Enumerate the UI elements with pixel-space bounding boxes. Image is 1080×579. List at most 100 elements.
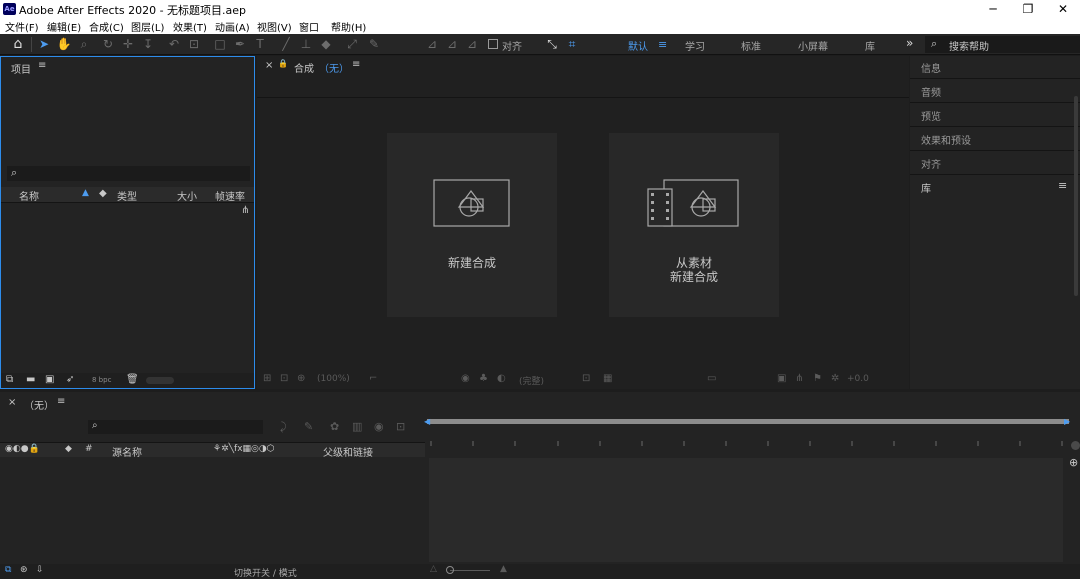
- help-search-input[interactable]: ⌕ 搜索帮助: [925, 36, 1080, 53]
- menu-layer[interactable]: 图层(L): [131, 19, 164, 34]
- panel-preview[interactable]: 预览: [921, 108, 941, 123]
- fit-icon[interactable]: ⌐: [369, 373, 377, 384]
- timeline-link-icon[interactable]: ▣: [777, 373, 786, 384]
- sort-up-icon[interactable]: ▲: [82, 188, 89, 198]
- show-snapshot-icon[interactable]: ♣: [479, 373, 488, 384]
- zoom-out-icon[interactable]: △: [430, 564, 437, 574]
- workspace-menu-icon[interactable]: ≡: [658, 38, 667, 51]
- snap-options-icon[interactable]: ⤡: [544, 36, 560, 52]
- project-search-input[interactable]: ⌕: [7, 166, 250, 181]
- minimize-button[interactable]: ─: [982, 1, 1004, 17]
- maximize-button[interactable]: ❐: [1017, 1, 1039, 17]
- workspace-default[interactable]: 默认: [628, 38, 648, 53]
- comp-mini-flowchart-icon[interactable]: ⤸: [280, 420, 287, 434]
- frame-blend-icon[interactable]: ▥: [352, 420, 362, 433]
- zoom-slider-knob[interactable]: [446, 566, 454, 574]
- orbit-tool-icon[interactable]: ↻: [100, 36, 116, 52]
- label-icon[interactable]: ◆: [65, 444, 72, 454]
- dolly-tool-icon[interactable]: ↧: [140, 36, 156, 52]
- graph-editor-icon[interactable]: ⊡: [396, 420, 405, 433]
- menu-help[interactable]: 帮助(H): [331, 19, 366, 34]
- menu-view[interactable]: 视图(V): [257, 19, 292, 34]
- new-comp-icon[interactable]: ▣: [45, 374, 54, 385]
- project-menu-icon[interactable]: ≡: [38, 60, 46, 71]
- motion-blur-icon[interactable]: ◉: [374, 420, 384, 433]
- draft-3d-icon[interactable]: ✎: [304, 420, 313, 433]
- layer-switches-toggle-icon[interactable]: ⧉: [5, 565, 11, 575]
- source-name-header[interactable]: 源名称: [112, 444, 142, 459]
- timeline-track-area[interactable]: [429, 458, 1063, 562]
- comp-button-icon[interactable]: ⊕: [1069, 456, 1078, 469]
- timeline-menu-icon[interactable]: ≡: [57, 396, 65, 407]
- more-workspaces-button[interactable]: »: [906, 36, 913, 50]
- zoom-dropdown[interactable]: (100%): [317, 374, 350, 384]
- roto-tool-icon[interactable]: ⤢: [344, 36, 360, 52]
- ruler-scroll-handle[interactable]: [1071, 441, 1080, 450]
- workspace-libraries[interactable]: 库: [865, 38, 875, 53]
- snapshot-icon[interactable]: ◉: [461, 373, 470, 384]
- zoom-in-icon[interactable]: ▲: [500, 564, 507, 574]
- workspace-learn[interactable]: 学习: [685, 38, 705, 53]
- new-comp-from-footage-card[interactable]: 从素材 新建合成: [609, 133, 779, 317]
- flowchart-icon[interactable]: ⋔: [795, 373, 803, 384]
- label-tag-icon[interactable]: ◆: [99, 188, 107, 199]
- home-icon[interactable]: ⌂: [10, 36, 26, 52]
- col-framerate[interactable]: 帧速率: [215, 188, 245, 203]
- transfer-controls-icon[interactable]: ⊛: [20, 565, 28, 575]
- menu-composition[interactable]: 合成(C): [89, 19, 124, 34]
- menu-edit[interactable]: 编辑(E): [47, 19, 81, 34]
- puppet-tool-icon[interactable]: ✎: [366, 36, 382, 52]
- adjust-icon[interactable]: ➶: [66, 374, 74, 385]
- eraser-tool-icon[interactable]: ◆: [318, 36, 334, 52]
- interpret-footage-icon[interactable]: ⧉: [6, 374, 13, 385]
- type-tool-icon[interactable]: T: [252, 36, 268, 52]
- av-features-icon[interactable]: ◉◐●🔒: [5, 444, 40, 454]
- new-folder-icon[interactable]: ▬: [26, 374, 35, 385]
- work-area-bar[interactable]: [427, 419, 1069, 424]
- menu-animation[interactable]: 动画(A): [215, 19, 250, 34]
- menu-file[interactable]: 文件(F): [5, 19, 39, 34]
- exposure-value[interactable]: +0.0: [847, 374, 869, 384]
- panel-libraries[interactable]: 库: [921, 180, 931, 195]
- close-button[interactable]: ✕: [1052, 1, 1074, 17]
- rect-tool-icon[interactable]: □: [212, 36, 228, 52]
- new-composition-card[interactable]: 新建合成: [387, 133, 557, 317]
- parent-link-header[interactable]: 父级和链接: [323, 444, 373, 459]
- timeline-search-input[interactable]: ⌕: [88, 420, 263, 434]
- panel-effects-presets[interactable]: 效果和预设: [921, 132, 971, 147]
- in-out-icon[interactable]: ⇩: [36, 565, 44, 575]
- comp-menu-icon[interactable]: ≡: [352, 59, 360, 70]
- col-type[interactable]: 类型: [117, 188, 137, 203]
- libraries-menu-icon[interactable]: ≡: [1058, 179, 1067, 192]
- vr-icon[interactable]: ⊡: [280, 373, 288, 384]
- resolution-dropdown[interactable]: (完整): [519, 374, 544, 387]
- layer-list-area[interactable]: [0, 458, 425, 563]
- layer-number-icon[interactable]: #: [85, 444, 93, 454]
- pan-tool-icon[interactable]: ✛: [120, 36, 136, 52]
- comp-tab[interactable]: 合成: [294, 60, 314, 75]
- local-axis-icon[interactable]: ⊿: [424, 36, 440, 52]
- zoom-slider-track[interactable]: [450, 570, 490, 571]
- panel-audio[interactable]: 音频: [921, 84, 941, 99]
- snap-checkbox[interactable]: [488, 39, 498, 49]
- menu-window[interactable]: 窗口: [299, 19, 319, 34]
- pen-tool-icon[interactable]: ✒: [232, 36, 248, 52]
- col-name[interactable]: 名称: [19, 188, 39, 203]
- clone-tool-icon[interactable]: ⊥: [298, 36, 314, 52]
- exposure-icon[interactable]: ✲: [831, 373, 839, 384]
- lock-icon[interactable]: 🔒: [278, 59, 288, 68]
- work-area-end-handle[interactable]: ▶: [1064, 417, 1070, 426]
- comp-close-icon[interactable]: ×: [265, 60, 273, 71]
- workspace-standard[interactable]: 标准: [741, 38, 761, 53]
- toggle-switches-modes-button[interactable]: 切换开关 / 模式: [234, 566, 297, 579]
- selection-tool-icon[interactable]: ➤: [36, 36, 52, 52]
- time-ruler[interactable]: [425, 434, 1075, 454]
- flowchart-icon[interactable]: ⋔: [241, 205, 249, 216]
- comp-name[interactable]: （无）: [319, 60, 349, 75]
- mask-icon[interactable]: ⊕: [297, 373, 305, 384]
- bpc-button[interactable]: 8 bpc: [92, 376, 111, 384]
- panel-info[interactable]: 信息: [921, 60, 941, 75]
- scrollbar[interactable]: [1074, 96, 1078, 296]
- anchor-tool-icon[interactable]: ⊡: [186, 36, 202, 52]
- world-axis-icon[interactable]: ⊿: [444, 36, 460, 52]
